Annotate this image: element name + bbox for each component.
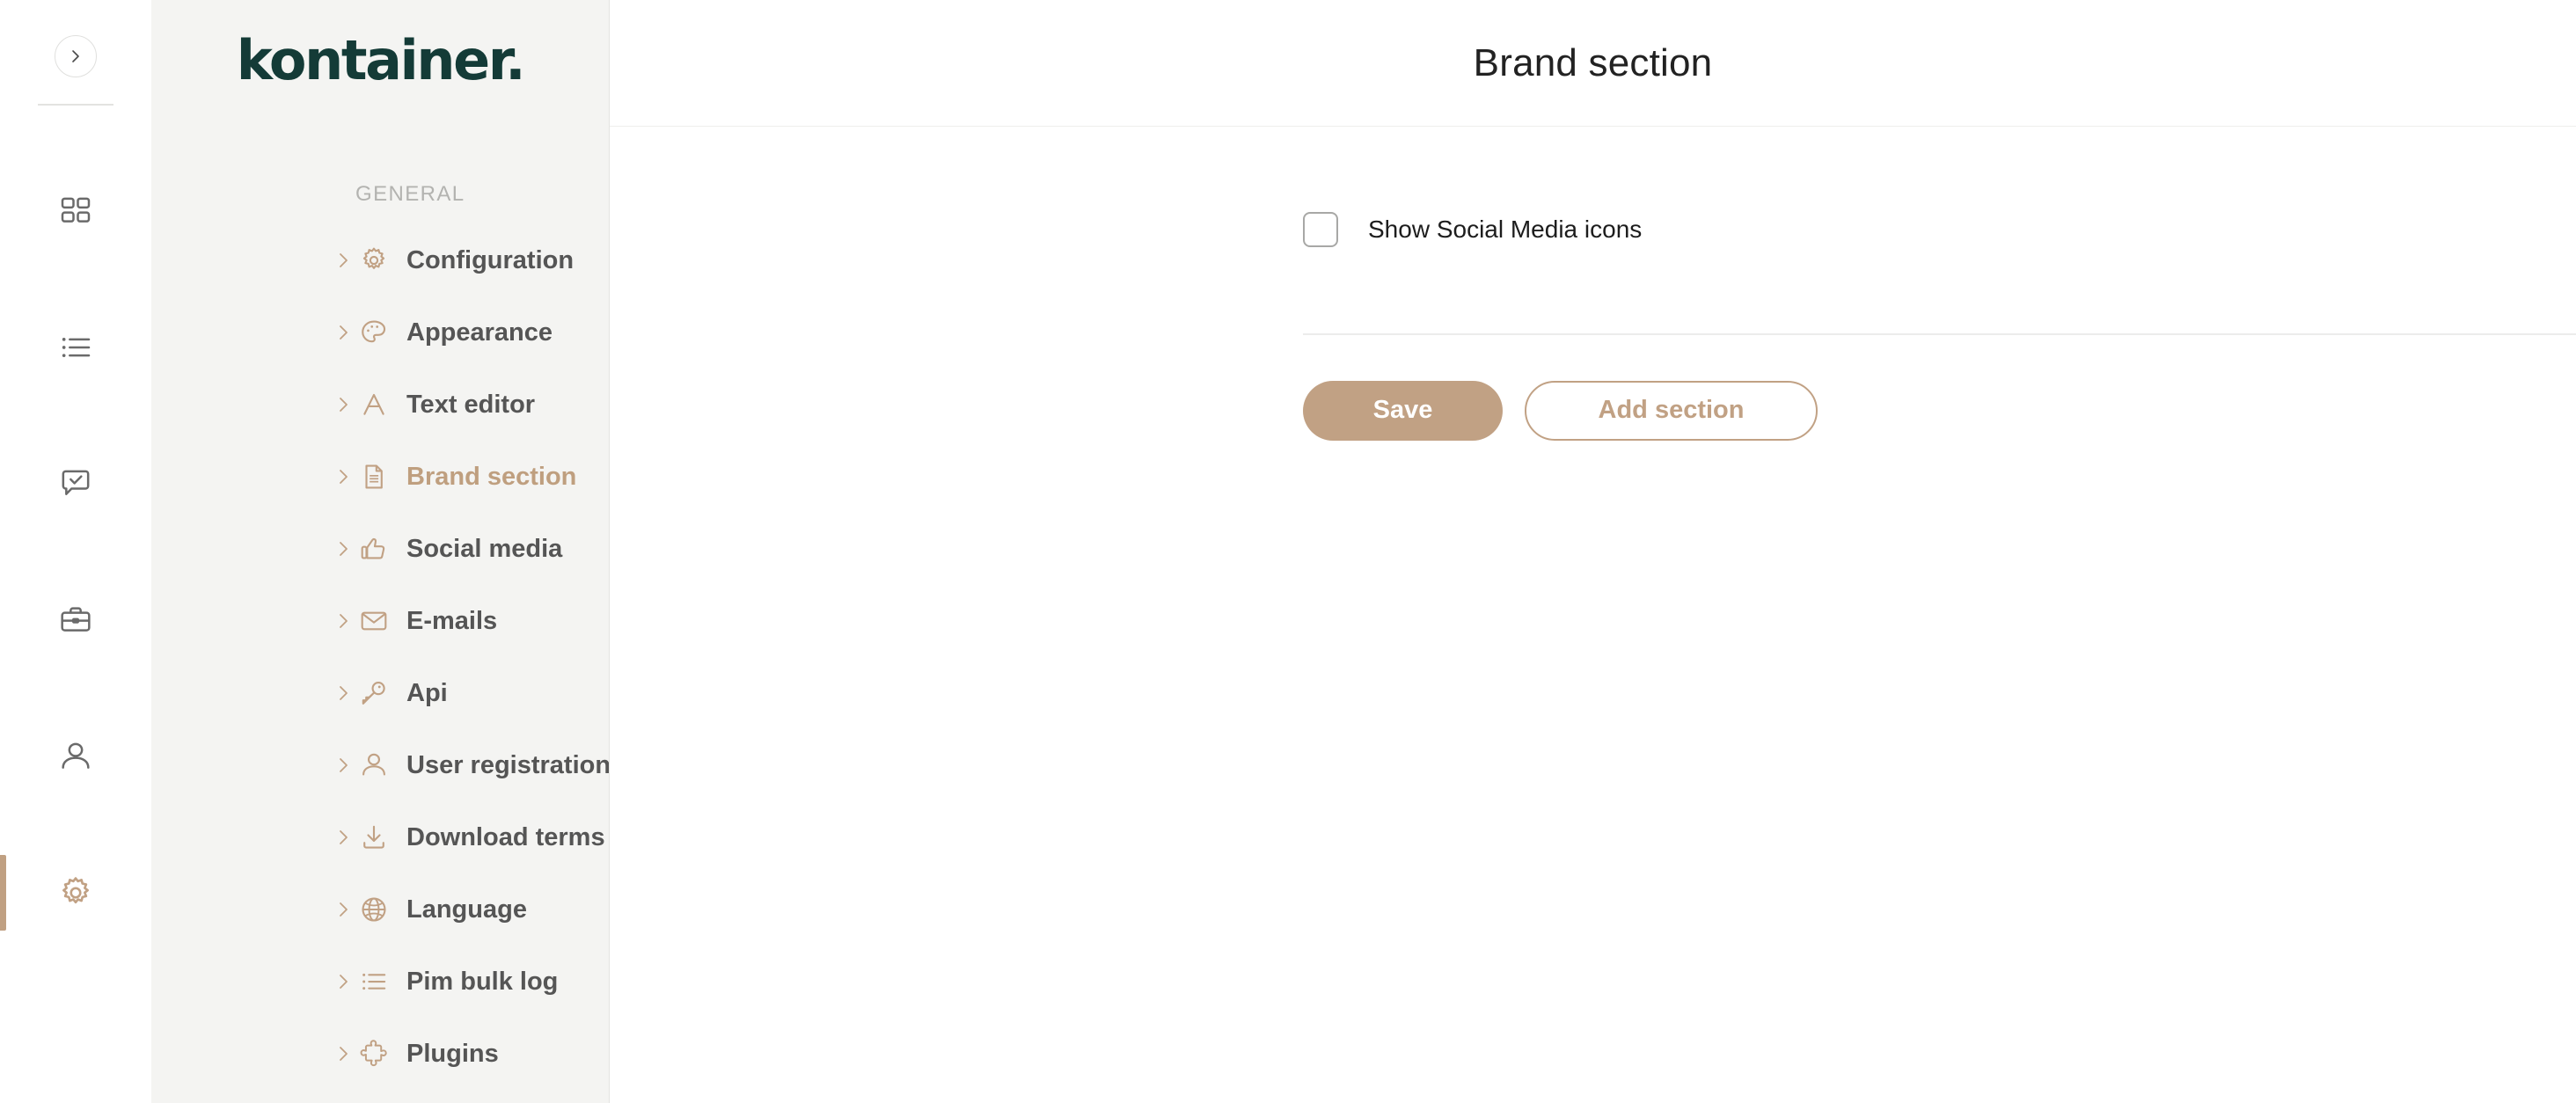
sidebar-item-label: Social media xyxy=(406,534,563,563)
rail-item-settings[interactable] xyxy=(0,824,151,961)
sidebar-item-label: Pim bulk log xyxy=(406,967,559,996)
form-divider xyxy=(1303,333,2576,335)
sidebar-item-label: User registration xyxy=(406,750,610,779)
user-icon xyxy=(62,742,90,769)
gear-icon xyxy=(357,244,391,277)
briefcase-icon xyxy=(61,606,91,632)
show-social-media-icons-label: Show Social Media icons xyxy=(1368,215,1643,243)
chat-check-icon xyxy=(62,470,90,495)
sidebar-item-label: Download terms xyxy=(406,822,605,851)
sidebar-item-label: Plugins xyxy=(406,1039,499,1068)
add-section-button[interactable]: Add section xyxy=(1525,380,1818,441)
puzzle-icon xyxy=(357,1037,391,1070)
chevron-right-icon xyxy=(333,250,354,271)
chevron-right-icon xyxy=(333,971,354,992)
chevron-right-icon xyxy=(333,755,354,776)
key-icon xyxy=(357,676,391,710)
chevron-right-icon xyxy=(333,683,354,704)
sidebar-item-label: Text editor xyxy=(406,390,536,419)
sidebar-item-label: E-mails xyxy=(406,606,498,635)
sidebar-item-configuration[interactable]: Configuration xyxy=(151,224,609,296)
rail-divider xyxy=(38,104,113,106)
show-social-media-icons-row: Show Social Media icons xyxy=(1303,212,2576,247)
rail-item-collections[interactable] xyxy=(0,279,151,415)
chevron-right-icon xyxy=(333,1043,354,1064)
page-header: Brand section xyxy=(610,0,2576,127)
chevron-right-icon xyxy=(333,899,354,920)
rail-item-dashboard[interactable] xyxy=(0,142,151,279)
sidebar-item-label: Brand section xyxy=(406,462,577,491)
sidebar-menu: Configuration Appearance Text editor Bra… xyxy=(151,224,609,1090)
sidebar-item-appearance[interactable]: Appearance xyxy=(151,296,609,369)
document-icon xyxy=(357,460,391,493)
sidebar-item-social-media[interactable]: Social media xyxy=(151,513,609,585)
sidebar-item-language[interactable]: Language xyxy=(151,873,609,946)
save-button[interactable]: Save xyxy=(1303,380,1503,441)
globe-icon xyxy=(357,893,391,926)
sidebar-item-user-registration[interactable]: User registration xyxy=(151,729,609,801)
sidebar-item-emails[interactable]: E-mails xyxy=(151,585,609,657)
chevron-right-icon xyxy=(333,322,354,343)
palette-icon xyxy=(357,316,391,349)
envelope-icon xyxy=(357,604,391,638)
chevron-right-icon xyxy=(333,538,354,559)
chevron-right-icon xyxy=(333,466,354,487)
brand-logo-text: kontainer. xyxy=(236,27,526,92)
chevron-right-icon xyxy=(333,610,354,632)
sidebar-item-text-editor[interactable]: Text editor xyxy=(151,369,609,441)
rail-item-portals[interactable] xyxy=(0,552,151,688)
rail-items xyxy=(0,142,151,961)
gear-icon xyxy=(62,876,89,903)
sidebar-item-label: Configuration xyxy=(406,245,574,274)
main-content: Brand section Show Social Media icons Sa… xyxy=(610,0,2576,1103)
sidebar-section-label: GENERAL xyxy=(355,182,465,206)
sidebar-item-pim-bulk-log[interactable]: Pim bulk log xyxy=(151,946,609,1018)
page-title: Brand section xyxy=(1473,40,1713,84)
sidebar: kontainer. GENERAL Configuration Appeara… xyxy=(151,0,610,1103)
expand-nav-button[interactable] xyxy=(55,35,97,77)
sidebar-item-api[interactable]: Api xyxy=(151,657,609,729)
sidebar-item-download-terms[interactable]: Download terms xyxy=(151,801,609,873)
text-a-icon xyxy=(357,388,391,421)
sidebar-item-brand-section[interactable]: Brand section xyxy=(151,441,609,513)
grid-icon xyxy=(61,197,91,223)
chevron-right-icon xyxy=(72,50,79,62)
settings-form: Show Social Media icons Save Add section xyxy=(610,212,2576,441)
icon-rail xyxy=(0,0,151,1103)
list-icon xyxy=(357,965,391,998)
show-social-media-icons-checkbox[interactable] xyxy=(1303,212,1338,247)
sidebar-item-label: Language xyxy=(406,895,527,924)
sidebar-item-label: Appearance xyxy=(406,318,553,347)
rail-item-users[interactable] xyxy=(0,688,151,824)
sidebar-item-plugins[interactable]: Plugins xyxy=(151,1018,609,1090)
app-root: kontainer. GENERAL Configuration Appeara… xyxy=(0,0,2576,1103)
rail-item-approvals[interactable] xyxy=(0,415,151,552)
list-icon xyxy=(62,337,91,357)
chevron-right-icon xyxy=(333,827,354,848)
thumbs-up-icon xyxy=(357,532,391,566)
brand-logo[interactable]: kontainer. xyxy=(151,0,609,128)
form-actions: Save Add section xyxy=(1303,380,2576,441)
chevron-right-icon xyxy=(333,394,354,415)
download-icon xyxy=(357,821,391,854)
user-icon xyxy=(357,749,391,782)
sidebar-item-label: Api xyxy=(406,678,448,707)
